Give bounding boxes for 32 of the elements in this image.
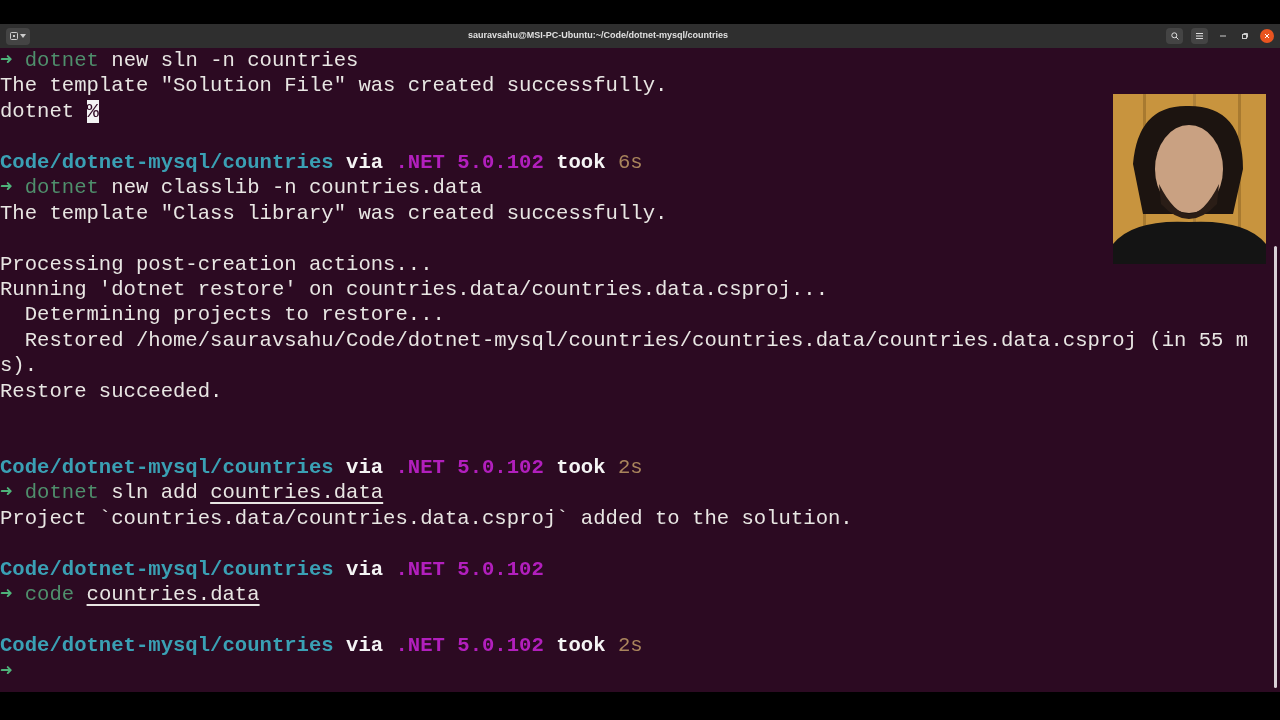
terminal-line: The template "Class library" was created successfully. <box>0 201 668 225</box>
menu-button[interactable] <box>1191 28 1208 44</box>
tab-icon <box>10 32 18 40</box>
terminal-line: ➜ dotnet new classlib -n countries.data <box>0 176 483 200</box>
terminal-line: Restore succeeded. <box>0 379 223 403</box>
search-icon <box>1170 32 1179 40</box>
terminal-line: ➜ code countries.data <box>0 583 260 607</box>
terminal-line: ➜ dotnet sln add countries.data <box>0 481 384 505</box>
terminal-line: Processing post-creation actions... <box>0 252 433 276</box>
terminal-line: Code/dotnet-mysql/countries via .NET 5.0.102 took 2s <box>0 456 643 479</box>
window-title: sauravsahu@MSI-PC-Ubuntu:~/Code/dotnet-mysql/countries <box>467 29 729 43</box>
terminal-line: Running 'dotnet restore' on countries.data/countries.data.csproj... <box>0 277 828 301</box>
terminal-line: ➜ dotnet new sln -n countries <box>0 49 359 72</box>
terminal-line: Code/dotnet-mysql/countries via .NET 5.0.102 took 2s <box>0 634 643 658</box>
menu-icon <box>1196 33 1203 39</box>
close-icon <box>1264 33 1270 39</box>
caret-icon <box>20 34 26 38</box>
terminal-line: Code/dotnet-mysql/countries via .NET 5.0.102 <box>0 557 544 581</box>
terminal-line: Code/dotnet-mysql/countries via .NET 5.0.102 took 6s <box>0 150 643 174</box>
new-tab-button[interactable] <box>6 27 30 45</box>
terminal-line: Determining projects to restore... <box>23 303 445 327</box>
terminal-line: dotnet % <box>0 99 99 123</box>
terminal-line: s). <box>0 354 38 378</box>
scrollbar-thumb[interactable] <box>1274 246 1277 688</box>
terminal-line: The template "Solution File" was created successfully. <box>0 74 668 98</box>
minimize-icon <box>1220 35 1226 37</box>
terminal-line: Restored /home/sauravsahu/Code/dotnet-mysql/countries/countries.data/countries.data.csproj (in 55 m <box>23 328 1249 352</box>
close-button[interactable] <box>1260 29 1274 43</box>
terminal-line: Project `countries.data/countries.data.csproj` added to the solution. <box>0 506 853 530</box>
search-button[interactable] <box>1166 28 1183 44</box>
restore-icon <box>1242 33 1248 39</box>
terminal-line: ➜ <box>0 659 13 683</box>
